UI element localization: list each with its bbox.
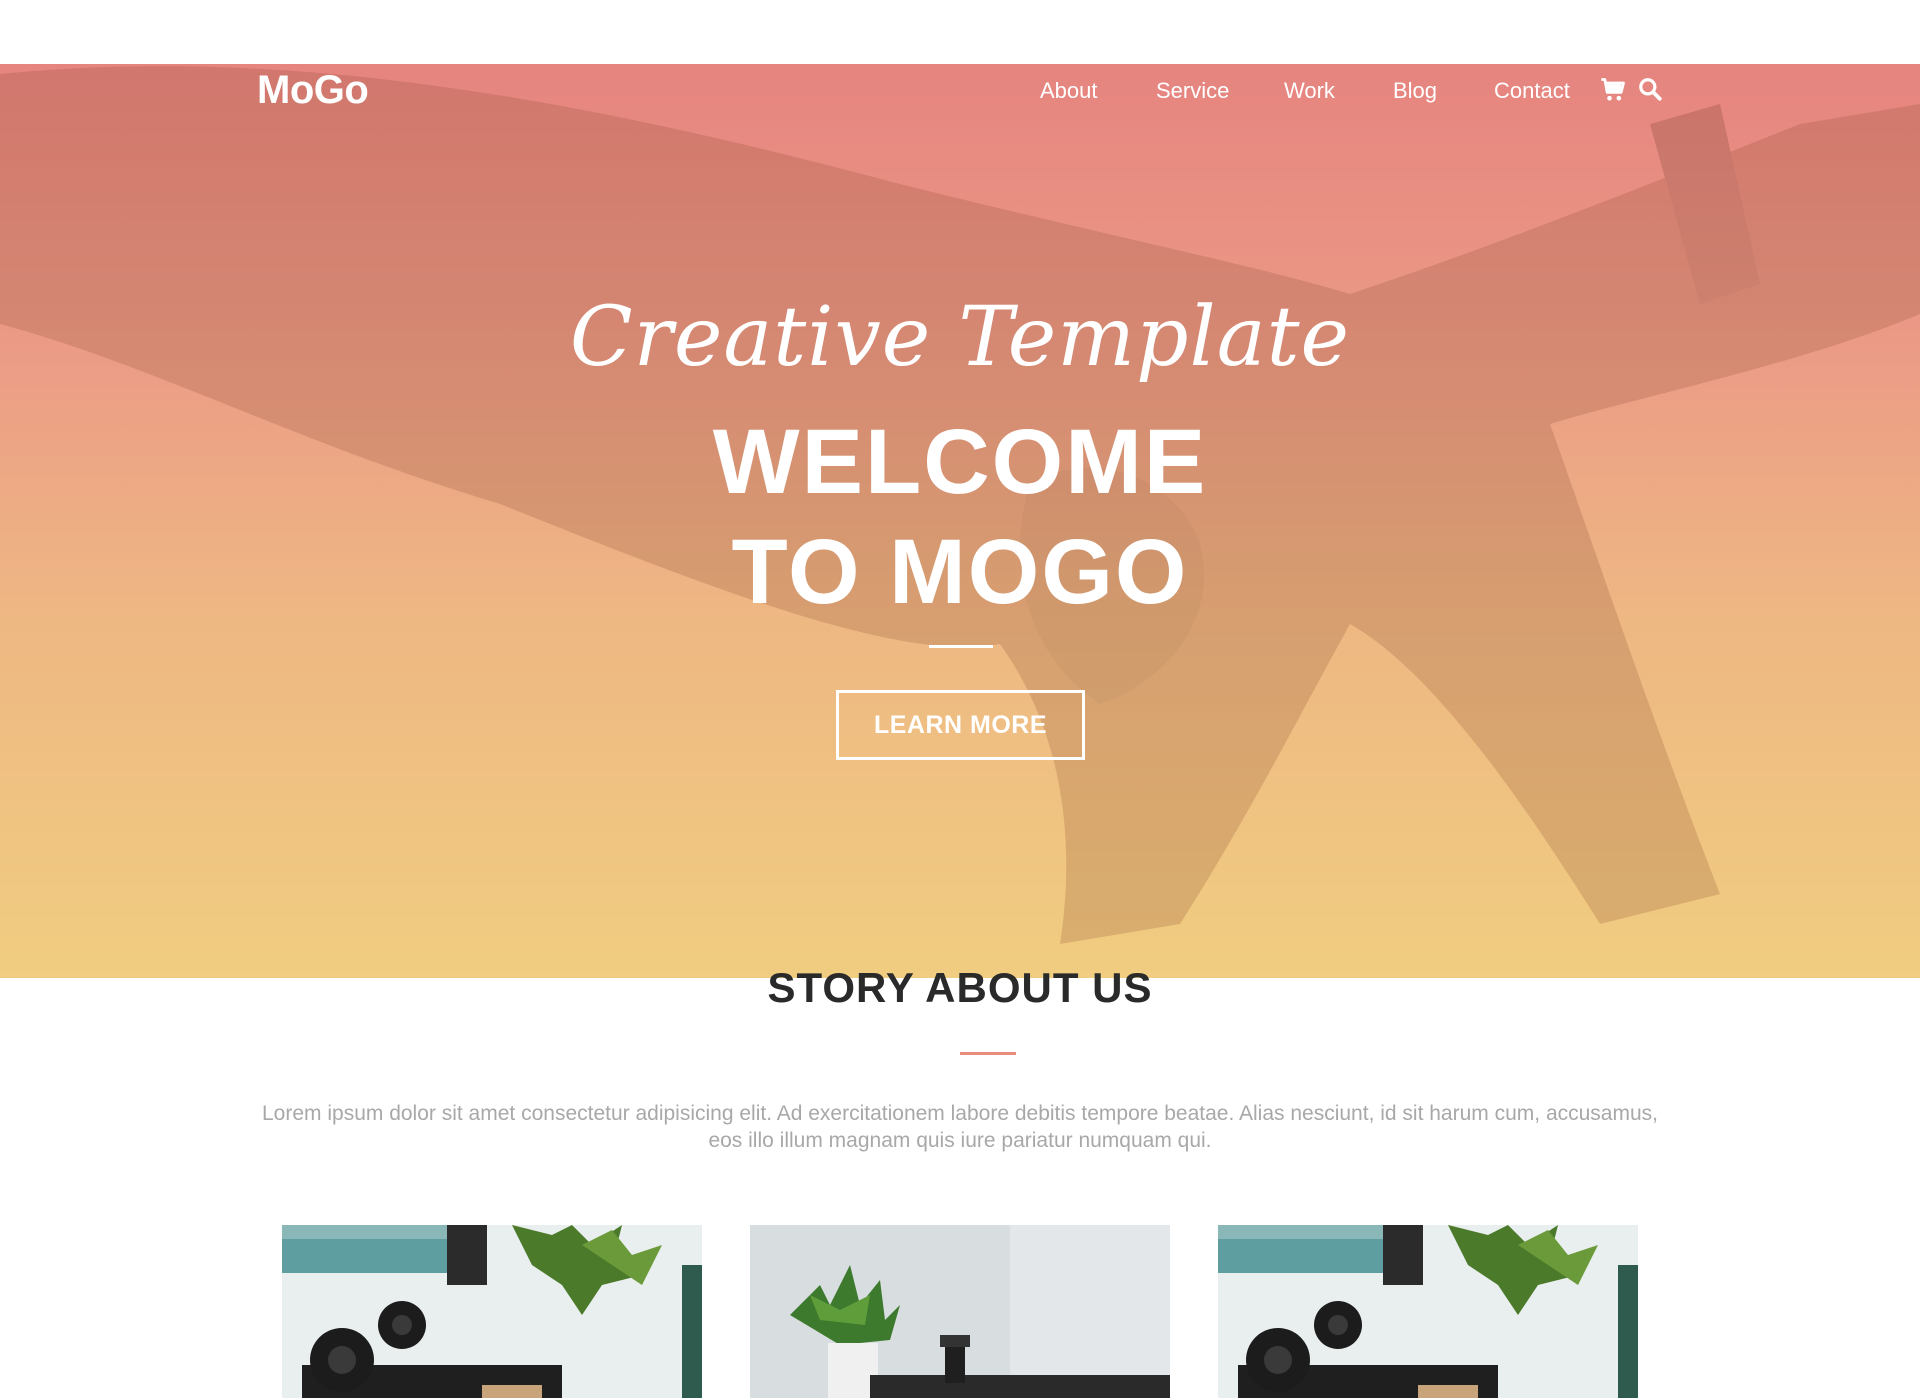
hero-divider bbox=[929, 645, 993, 648]
search-icon[interactable] bbox=[1637, 76, 1665, 104]
story-description: Lorem ipsum dolor sit amet consectetur a… bbox=[261, 1102, 1658, 1152]
card-desk-photo-2[interactable] bbox=[750, 1225, 1170, 1398]
nav-link-service[interactable]: Service bbox=[1156, 78, 1229, 104]
nav-link-about[interactable]: About bbox=[1040, 78, 1098, 104]
desk-photo-image bbox=[282, 1225, 702, 1398]
card-desk-photo-3[interactable] bbox=[1218, 1225, 1638, 1398]
story-section-title: STORY ABOUT US bbox=[767, 964, 1153, 1011]
top-navigation: MoGo About Service Work Blog Contact bbox=[0, 64, 1920, 116]
desk-photo-image-2 bbox=[1218, 1225, 1638, 1398]
card-desk-photo-1[interactable] bbox=[282, 1225, 702, 1398]
hero-title-line2: TO MOGO bbox=[731, 521, 1189, 623]
search-icon-glyph bbox=[1639, 78, 1662, 101]
nav-link-contact[interactable]: Contact bbox=[1494, 78, 1570, 104]
nav-link-work[interactable]: Work bbox=[1284, 78, 1335, 104]
hero-title-line1: WELCOME bbox=[712, 411, 1208, 513]
learn-more-button[interactable]: LEARN MORE bbox=[836, 690, 1085, 760]
cart-icon-glyph bbox=[1601, 78, 1625, 101]
plant-desk-image bbox=[750, 1225, 1170, 1398]
hero-script-title: Creative Template bbox=[569, 290, 1351, 385]
cart-icon[interactable] bbox=[1599, 76, 1627, 104]
site-logo[interactable]: MoGo bbox=[257, 68, 369, 113]
nav-link-blog[interactable]: Blog bbox=[1393, 78, 1437, 104]
top-margin bbox=[0, 0, 1920, 64]
story-divider bbox=[960, 1052, 1016, 1055]
